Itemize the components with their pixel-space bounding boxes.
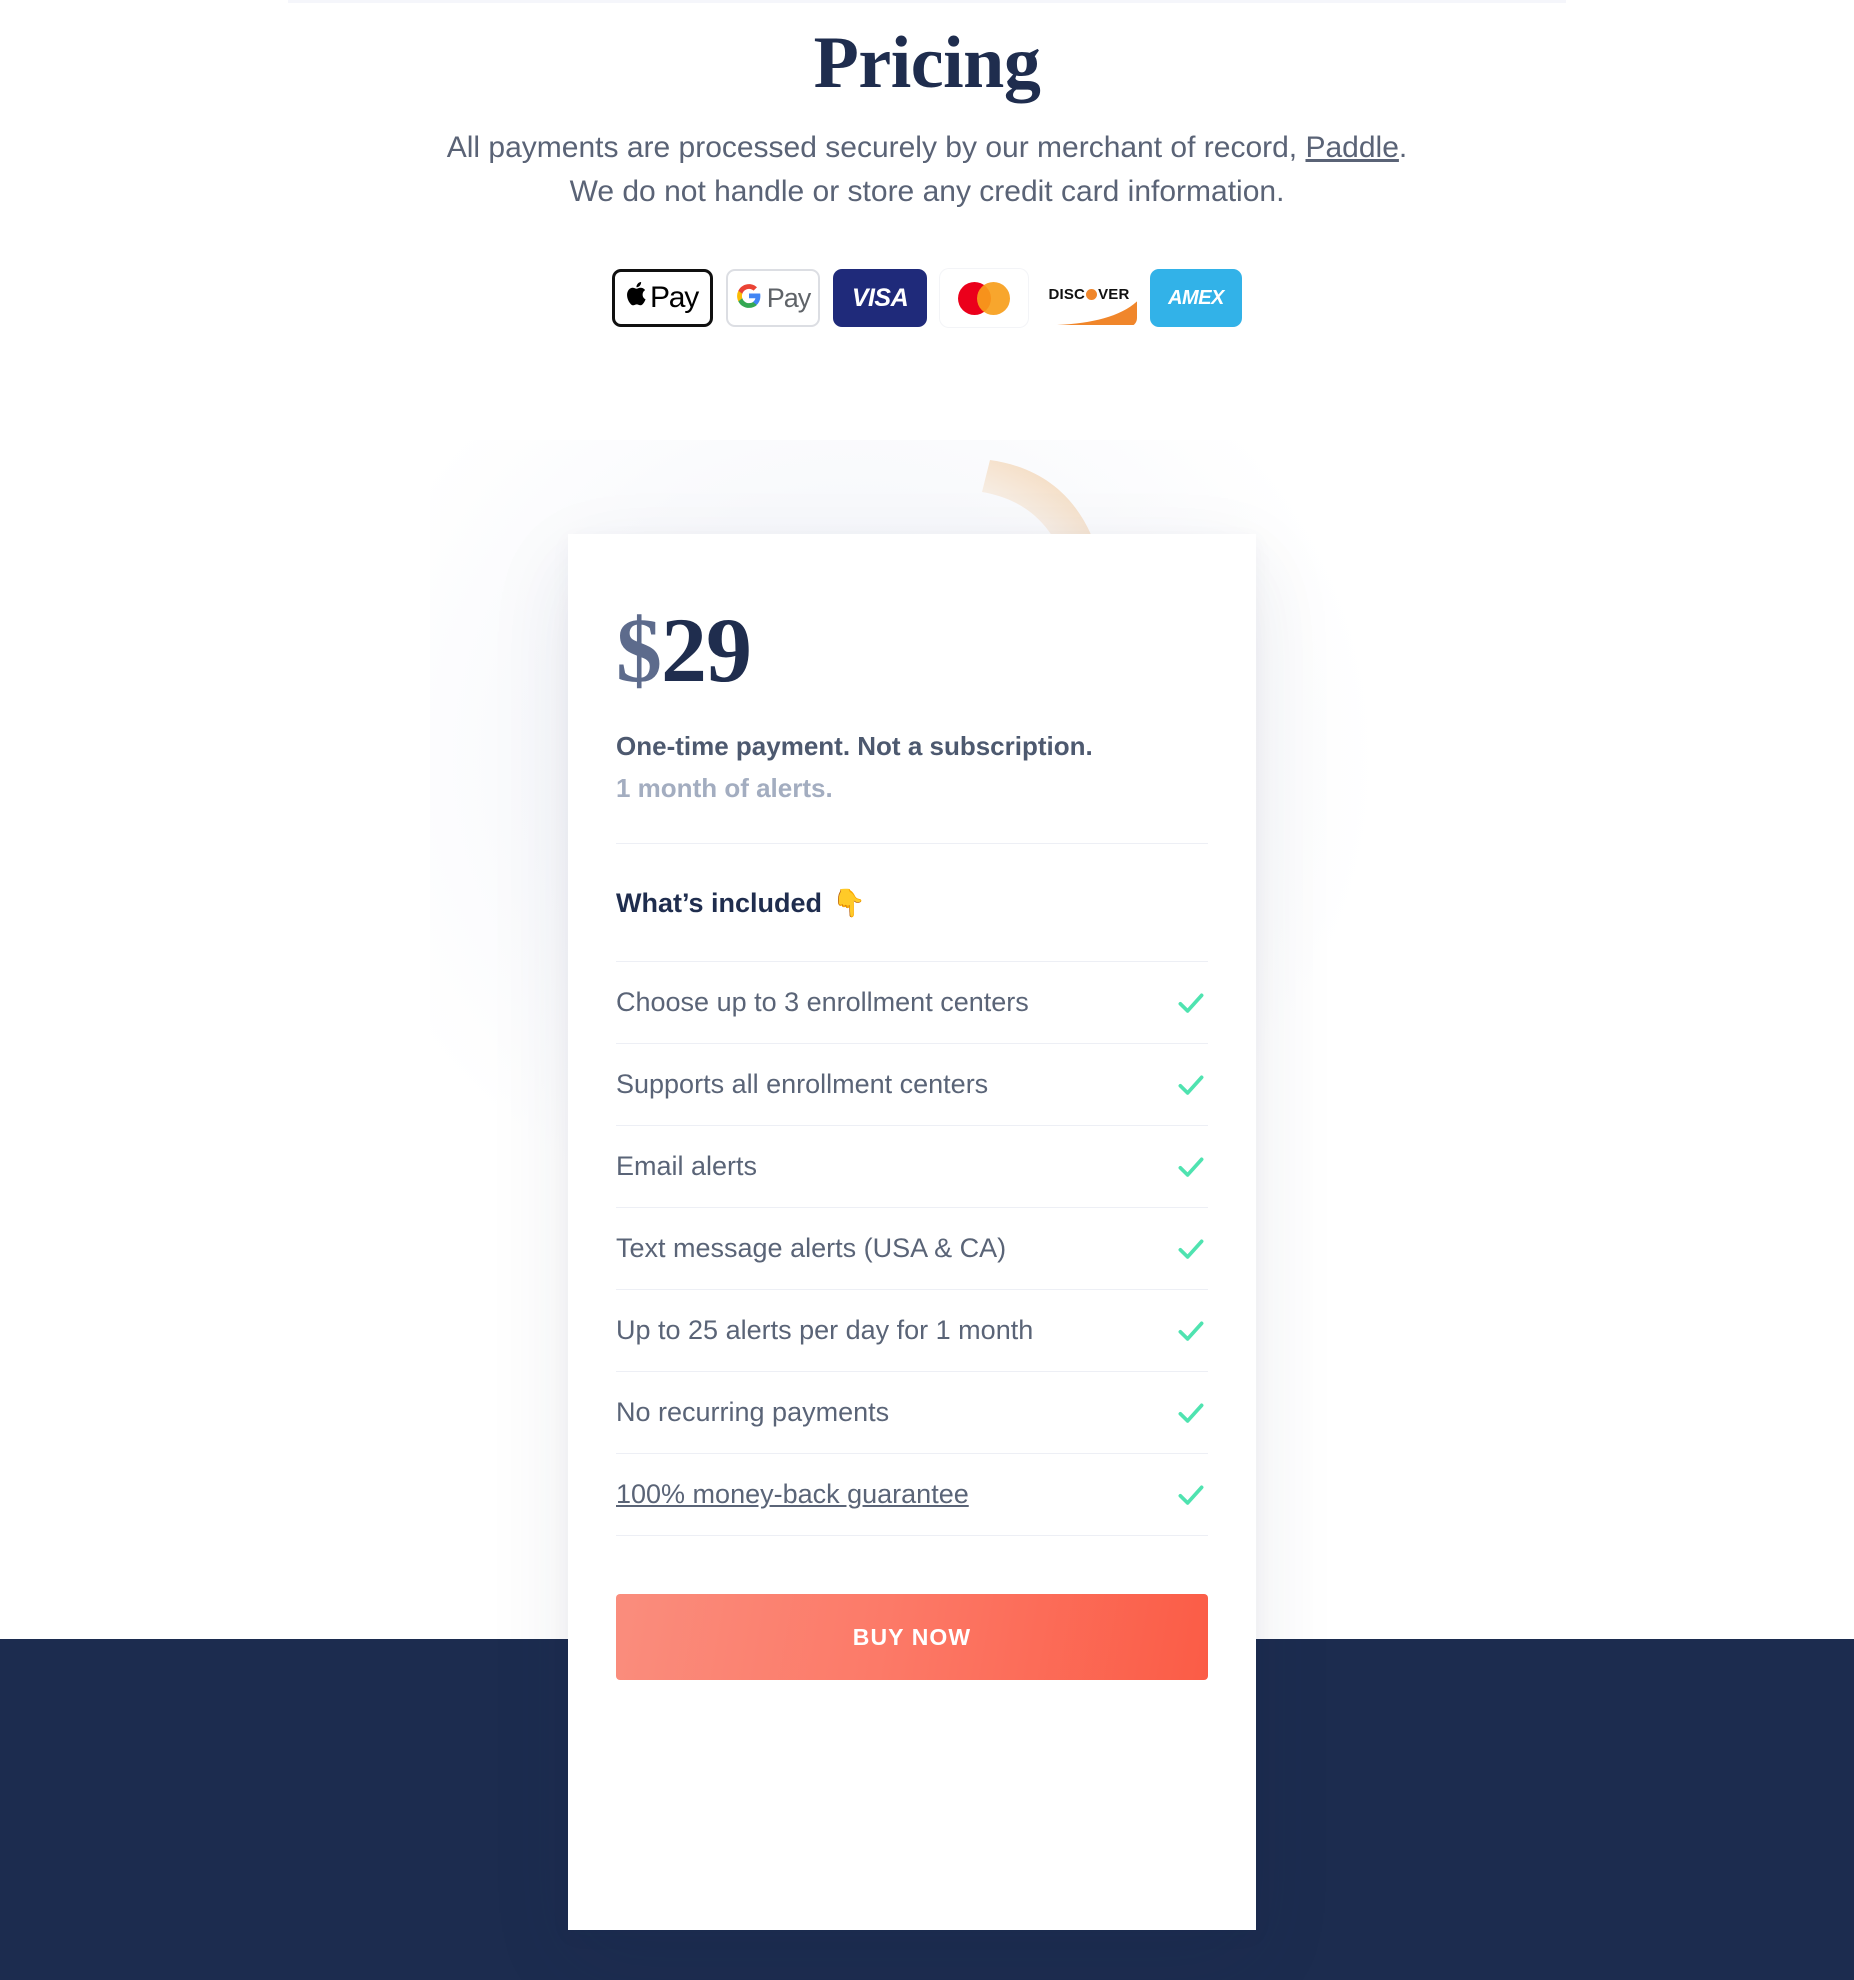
google-logo-icon <box>736 283 762 314</box>
page-title: Pricing <box>813 22 1041 104</box>
price-note: One-time payment. Not a subscription. <box>616 731 1093 761</box>
apple-pay-badge: Pay <box>612 269 713 327</box>
price-amount: 29 <box>661 599 752 701</box>
check-icon <box>1178 1403 1204 1423</box>
feature-row: Email alerts <box>616 1125 1208 1207</box>
whats-included-heading: What’s included 👇 <box>616 844 1208 961</box>
money-back-guarantee-link[interactable]: 100% money-back guarantee <box>616 1479 969 1510</box>
feature-label: No recurring payments <box>616 1397 890 1428</box>
check-icon <box>1178 1321 1204 1341</box>
discover-badge: DISC VER <box>1041 269 1137 327</box>
amex-label: AMEX <box>1168 286 1224 309</box>
feature-label: Up to 25 alerts per day for 1 month <box>616 1315 1034 1346</box>
discover-dot-icon <box>1086 288 1098 300</box>
discover-label: DISC VER <box>1048 286 1129 303</box>
feature-label: Supports all enrollment centers <box>616 1069 989 1100</box>
feature-row: Choose up to 3 enrollment centers <box>616 961 1208 1043</box>
visa-badge: VISA <box>833 269 927 327</box>
subtitle-text-before: All payments are processed securely by o… <box>446 131 1306 164</box>
page-header: Pricing All payments are processed secur… <box>0 0 1854 214</box>
price-subtext: 1 month of alerts. <box>616 772 833 803</box>
feature-label: Text message alerts (USA & CA) <box>616 1233 1007 1264</box>
feature-row: No recurring payments <box>616 1371 1208 1453</box>
paddle-link[interactable]: Paddle <box>1305 131 1398 164</box>
amex-badge: AMEX <box>1150 269 1242 327</box>
whats-included-label: What’s included <box>616 888 823 919</box>
check-icon <box>1178 1157 1204 1177</box>
check-icon <box>1178 993 1204 1013</box>
apple-pay-label: Pay <box>626 281 699 315</box>
price-display: $29 <box>616 534 1208 696</box>
page-subtitle: All payments are processed securely by o… <box>0 126 1854 214</box>
google-pay-label: Pay <box>766 282 812 313</box>
apple-pay-text: Pay <box>649 281 699 314</box>
buy-now-button[interactable]: BUY NOW <box>616 1594 1208 1681</box>
mastercard-badge <box>940 269 1028 327</box>
apple-logo-icon <box>626 281 649 312</box>
visa-label: VISA <box>851 283 909 312</box>
feature-row: Text message alerts (USA & CA) <box>616 1207 1208 1289</box>
feature-list: Choose up to 3 enrollment centers Suppor… <box>616 961 1208 1537</box>
feature-row: Supports all enrollment centers <box>616 1043 1208 1125</box>
subtitle-text-after: . <box>1398 131 1408 164</box>
check-icon <box>1178 1485 1204 1505</box>
discover-label-after: VER <box>1098 285 1130 303</box>
check-icon <box>1178 1239 1204 1259</box>
point-down-icon: 👇 <box>832 888 866 919</box>
feature-label: Choose up to 3 enrollment centers <box>616 987 1029 1018</box>
subtitle-line-2: We do not handle or store any credit car… <box>569 175 1285 209</box>
feature-label: Email alerts <box>616 1151 758 1182</box>
feature-row[interactable]: 100% money-back guarantee <box>616 1453 1208 1535</box>
check-icon <box>1178 1075 1204 1095</box>
price-currency: $ <box>616 599 662 701</box>
discover-label-before: DISC <box>1048 285 1086 303</box>
pricing-card: $29 One-time payment. Not a subscription… <box>568 534 1256 1930</box>
payment-methods-row: Pay Pay VISA DISC VER AMEX <box>0 269 1854 327</box>
google-pay-badge: Pay <box>726 269 820 327</box>
feature-row: Up to 25 alerts per day for 1 month <box>616 1289 1208 1371</box>
feature-list-end-divider <box>616 1535 1208 1537</box>
pricing-page: Pricing All payments are processed secur… <box>0 0 1854 1980</box>
mastercard-icon <box>958 281 1010 315</box>
